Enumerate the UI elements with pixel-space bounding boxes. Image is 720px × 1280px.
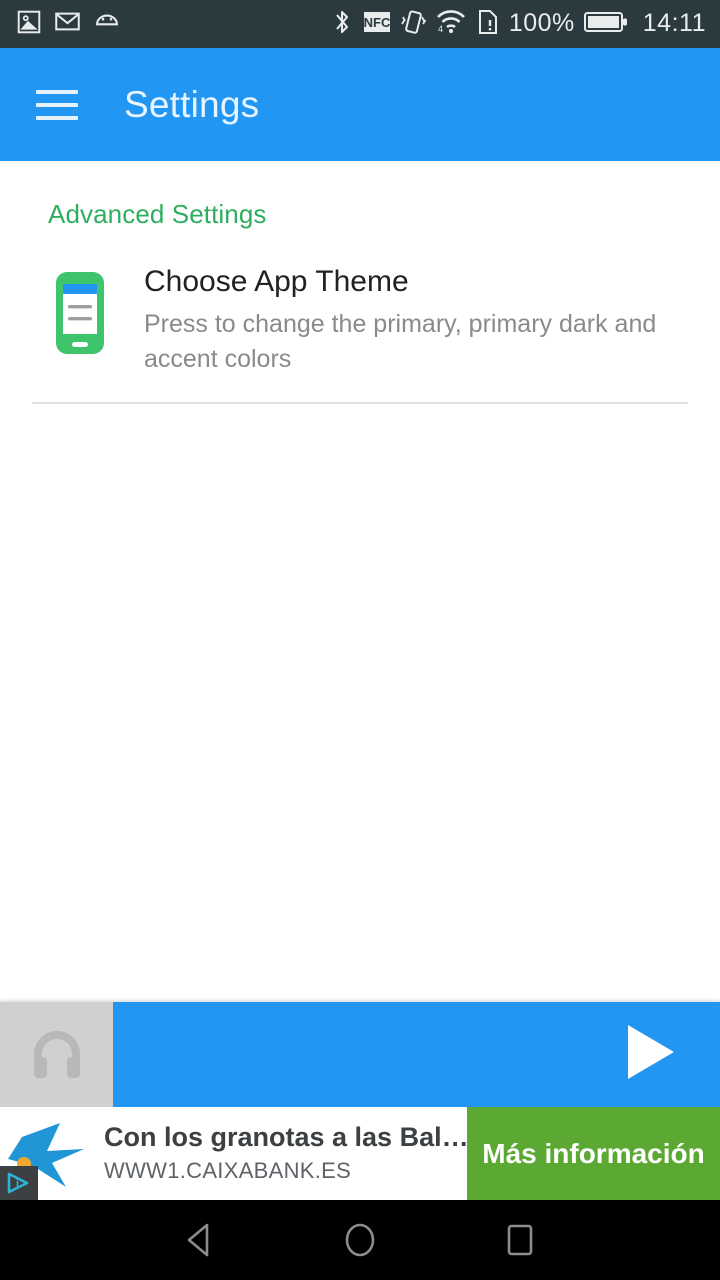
image-icon [16,9,42,40]
recents-button[interactable] [492,1212,548,1268]
battery-icon [583,10,628,39]
ad-url: WWW1.CAIXABANK.ES [104,1158,352,1184]
nfc-icon: NFC [363,10,391,39]
page-title: Settings [124,83,260,125]
player-controls [113,1002,720,1107]
sim-alert-icon [476,8,500,41]
bluetooth-icon [330,8,354,41]
svg-text:NFC: NFC [363,15,390,30]
status-bar: NFC 4 100% 14:11 [0,0,720,48]
home-button[interactable] [332,1212,388,1268]
battery-percent: 100% [508,8,575,37]
svg-text:4: 4 [438,24,443,34]
status-bar-clock: 14:11 [642,8,706,37]
ad-cta-button[interactable]: Más información [467,1107,720,1200]
phone-screen: NFC 4 100% 14:11 Settings Advanced Setti… [0,0,720,1280]
vibrate-icon [400,8,427,41]
mini-player-bar[interactable] [0,1002,720,1107]
phone-theme-icon [36,264,124,376]
preference-choose-app-theme[interactable]: Choose App Theme Press to change the pri… [0,230,720,376]
ad-headline: Con los granotas a las Bal… [104,1122,467,1152]
preference-summary: Press to change the primary, primary dar… [144,310,657,373]
ad-banner[interactable]: Con los granotas a las Bal… WWW1.CAIXABA… [0,1107,720,1200]
play-icon[interactable] [622,1021,678,1088]
status-bar-left-icons [16,8,121,41]
android-navigation-bar [0,1200,720,1280]
ad-content[interactable]: Con los granotas a las Bal… WWW1.CAIXABA… [0,1107,467,1200]
wifi-icon: 4 [435,9,467,40]
android-icon [93,8,121,41]
preference-title: Choose App Theme [144,265,409,298]
settings-category-header: Advanced Settings [48,199,267,229]
svg-text:i: i [16,1178,19,1190]
headphones-icon [26,1021,88,1088]
adchoices-icon[interactable]: i [0,1166,38,1200]
mail-icon [54,8,81,40]
back-button[interactable] [172,1212,228,1268]
preference-text: Choose App Theme Press to change the pri… [124,264,688,376]
ad-cta-label: Más información [482,1137,705,1169]
app-toolbar: Settings [0,48,720,161]
list-divider [32,402,688,405]
album-art-placeholder [0,1002,113,1107]
ad-text: Con los granotas a las Bal… WWW1.CAIXABA… [104,1123,467,1185]
status-bar-right-icons: NFC 4 100% 14:11 [330,8,706,41]
hamburger-icon[interactable] [36,89,78,120]
